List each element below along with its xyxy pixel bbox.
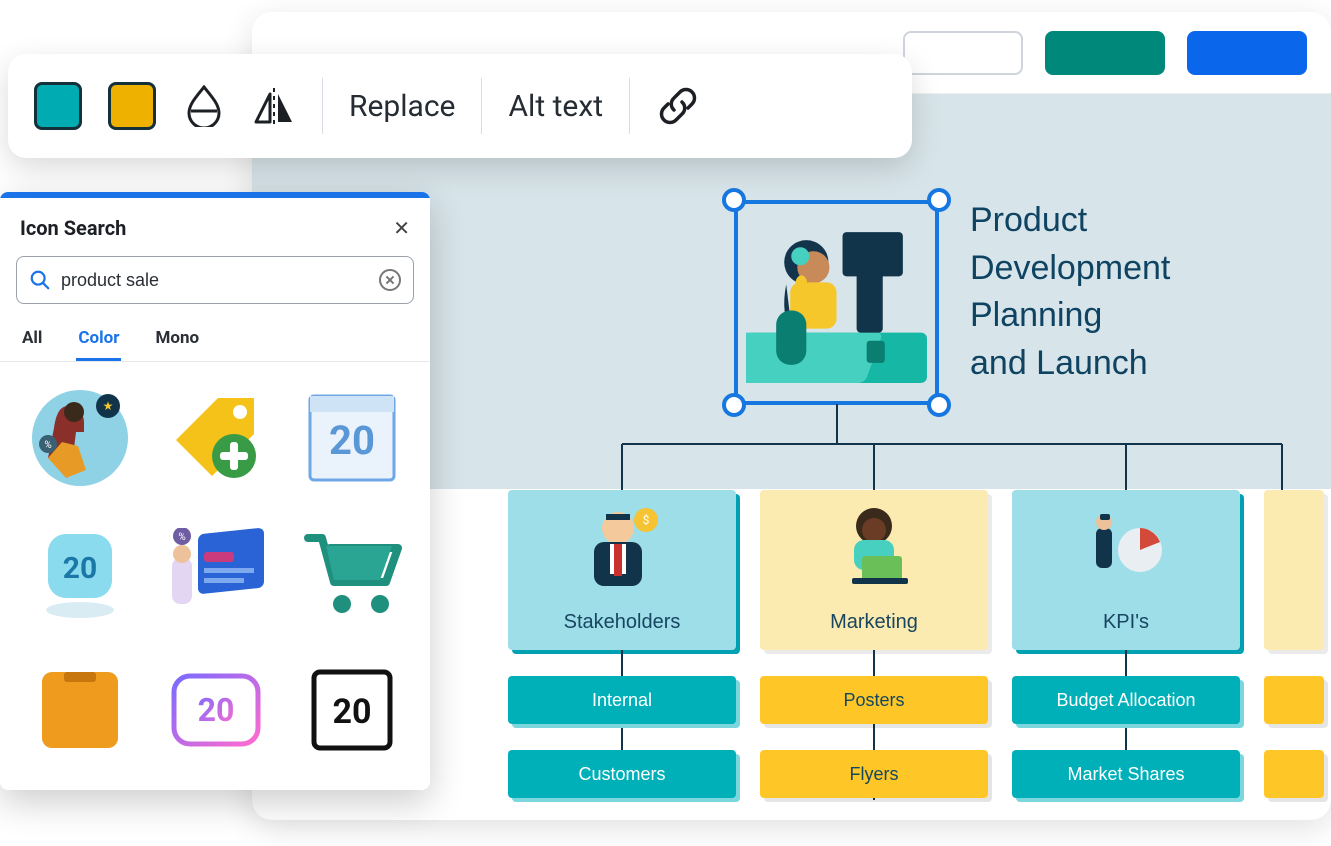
sale-presenter-icon[interactable]: % (162, 520, 270, 628)
price-tag-add-icon[interactable] (162, 384, 270, 492)
resize-handle-br[interactable] (927, 393, 951, 417)
chip-row-1: Internal Posters Budget Allocation (508, 676, 1324, 724)
chip-internal[interactable]: Internal (508, 676, 736, 724)
flip-icon[interactable] (252, 84, 296, 128)
shopper-illustration-icon[interactable]: ★% (26, 384, 134, 492)
svg-text:$: $ (643, 513, 650, 527)
search-field[interactable] (16, 256, 414, 304)
chip-flyers[interactable]: Flyers (760, 750, 988, 798)
pie-chart-person-icon (1082, 502, 1170, 590)
calendar-20-blue-icon[interactable]: 20 (298, 384, 406, 492)
chip-label: Budget Allocation (1056, 690, 1195, 711)
blue-cube-20-icon[interactable]: 20 (26, 520, 134, 628)
svg-text:20: 20 (198, 691, 235, 729)
card-label: Marketing (830, 611, 918, 634)
diagram-title[interactable]: Product Development Planning and Launch (970, 197, 1170, 387)
resize-handle-bl[interactable] (722, 393, 746, 417)
svg-text:20: 20 (332, 692, 371, 732)
title-line: Planning (970, 292, 1170, 340)
card-row: $ Stakeholders Marketing (508, 490, 1324, 650)
color-swatch-1[interactable] (34, 82, 82, 130)
search-icon (29, 269, 51, 291)
chip-label: Posters (843, 690, 904, 711)
title-line: Product (970, 197, 1170, 245)
orange-package-icon[interactable] (26, 656, 134, 764)
toolbar-divider (322, 78, 323, 134)
opacity-icon[interactable] (182, 84, 226, 128)
chip-label: Flyers (850, 764, 899, 785)
tab-all[interactable]: All (20, 318, 44, 361)
header-green-button[interactable] (1045, 31, 1165, 75)
panel-title: Icon Search (20, 216, 126, 240)
chip-customers[interactable]: Customers (508, 750, 736, 798)
resize-handle-tr[interactable] (927, 188, 951, 212)
chip-row-2: Customers Flyers Market Shares (508, 750, 1324, 798)
svg-text:%: % (44, 440, 51, 451)
rounded-20-gradient-icon[interactable]: 20 (162, 656, 270, 764)
svg-text:%: % (178, 532, 185, 543)
chip-marketshares[interactable]: Market Shares (1012, 750, 1240, 798)
chip-posters[interactable]: Posters (760, 676, 988, 724)
panel-tabs: All Color Mono (0, 318, 430, 362)
search-input[interactable] (61, 270, 369, 291)
header-primary-button[interactable] (1187, 31, 1307, 75)
chip-label: Customers (578, 764, 665, 785)
header-secondary-button[interactable] (903, 31, 1023, 75)
icon-results-grid: ★% 20 20 % 20 20 (0, 362, 430, 790)
chip-partial[interactable] (1264, 750, 1324, 798)
clear-search-icon[interactable] (379, 269, 401, 291)
chip-partial[interactable] (1264, 676, 1324, 724)
svg-text:20: 20 (329, 417, 375, 464)
person-at-desk-icon (746, 212, 927, 393)
title-line: Development (970, 245, 1170, 293)
color-swatch-2[interactable] (108, 82, 156, 130)
svg-text:20: 20 (63, 551, 97, 586)
icon-search-panel: Icon Search ✕ All Color Mono ★% 20 20 % (0, 192, 430, 790)
toolbar-divider (629, 78, 630, 134)
calendar-20-outline-icon[interactable]: 20 (298, 656, 406, 764)
context-toolbar: Replace Alt text (8, 54, 912, 158)
card-kpis[interactable]: KPI's (1012, 490, 1240, 650)
tab-mono[interactable]: Mono (153, 318, 201, 361)
card-label: KPI's (1103, 611, 1149, 634)
chip-label: Internal (592, 690, 652, 711)
close-icon[interactable]: ✕ (393, 216, 410, 240)
card-marketing[interactable]: Marketing (760, 490, 988, 650)
replace-button[interactable]: Replace (349, 89, 455, 124)
card-label: Stakeholders (564, 611, 681, 634)
selected-element[interactable] (734, 200, 939, 405)
link-icon[interactable] (656, 84, 700, 128)
chip-label: Market Shares (1067, 764, 1184, 785)
chip-budget[interactable]: Budget Allocation (1012, 676, 1240, 724)
tab-color[interactable]: Color (76, 318, 121, 361)
card-stakeholders[interactable]: $ Stakeholders (508, 490, 736, 650)
person-laptop-icon (830, 502, 918, 590)
alttext-button[interactable]: Alt text (508, 89, 603, 124)
businessperson-icon: $ (578, 502, 666, 590)
resize-handle-tl[interactable] (722, 188, 746, 212)
card-partial[interactable] (1264, 490, 1324, 650)
title-line: and Launch (970, 340, 1170, 388)
shopping-cart-icon[interactable] (298, 520, 406, 628)
svg-text:★: ★ (103, 399, 114, 413)
toolbar-divider (481, 78, 482, 134)
